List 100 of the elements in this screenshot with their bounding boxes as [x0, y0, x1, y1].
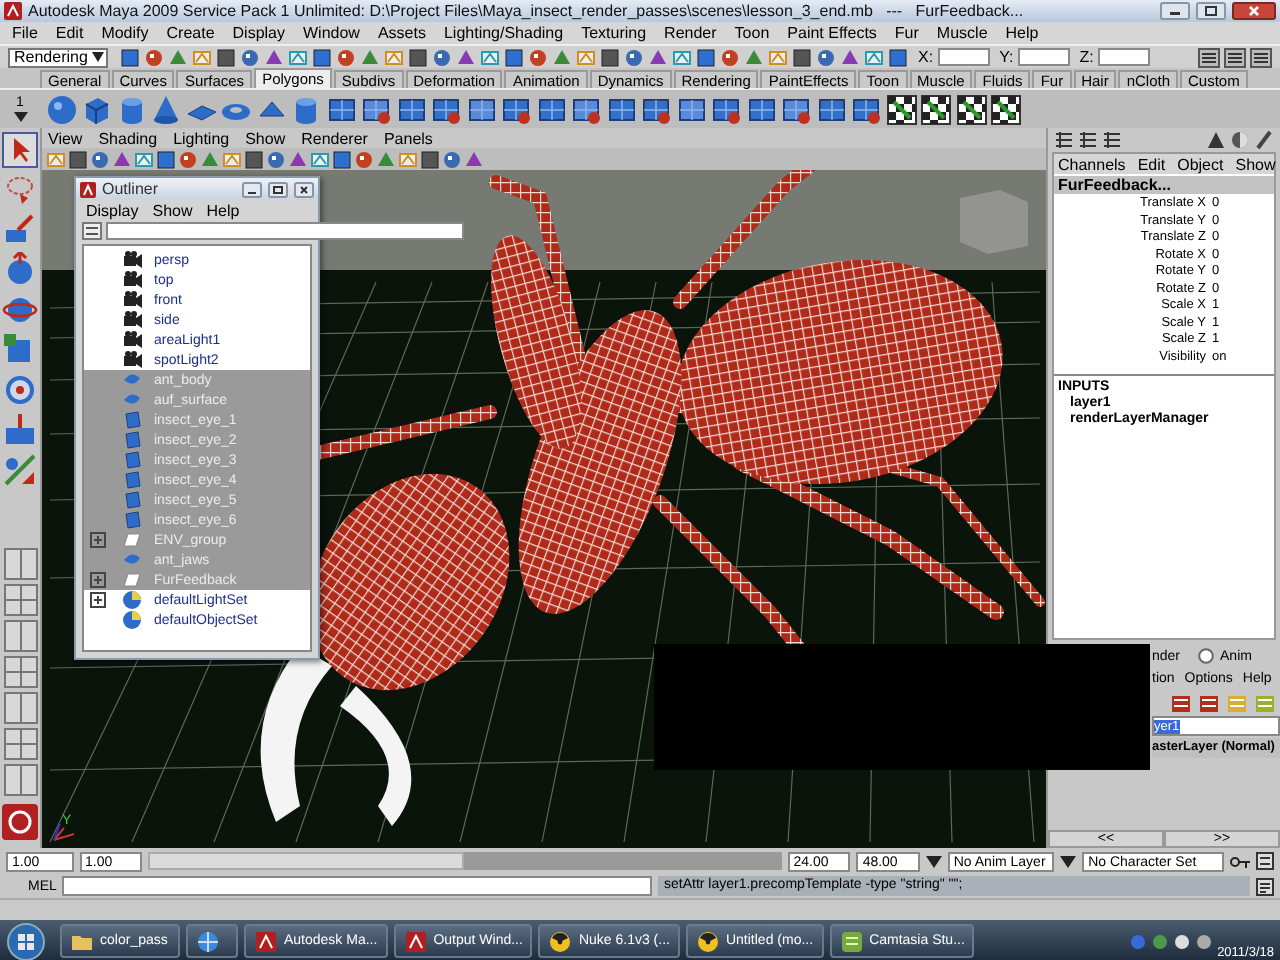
square-icon[interactable] [332, 149, 352, 169]
mesh-tool-icon[interactable] [640, 93, 672, 125]
square-icon[interactable] [792, 47, 812, 67]
outliner-menu-item[interactable]: Help [206, 201, 240, 219]
circle-icon[interactable] [266, 149, 286, 169]
close-icon[interactable] [294, 181, 314, 197]
minimize-icon[interactable] [242, 181, 262, 197]
panel-toggle-icon[interactable] [1198, 47, 1220, 67]
mesh-tool-icon[interactable] [325, 93, 357, 125]
cylinder-icon[interactable] [290, 93, 322, 125]
lasso-icon[interactable] [2, 172, 38, 208]
script-editor-icon[interactable] [1256, 877, 1274, 895]
triangle-icon[interactable] [360, 47, 380, 67]
mesh-tool-icon[interactable] [500, 93, 532, 125]
expand-icon[interactable] [90, 592, 106, 608]
close-icon[interactable] [1232, 2, 1276, 20]
minimize-icon[interactable] [1160, 2, 1190, 20]
triangle-icon[interactable] [840, 47, 860, 67]
move-icon[interactable] [2, 252, 38, 288]
panel-menu-item[interactable]: Shading [98, 129, 158, 147]
menu-item[interactable]: Assets [377, 24, 426, 42]
panel-menu-item[interactable]: Renderer [301, 129, 368, 147]
cone-icon[interactable] [150, 93, 182, 125]
frame-icon[interactable] [288, 47, 308, 67]
triangle-icon[interactable] [168, 47, 188, 67]
panel-toggle-icon[interactable] [1224, 47, 1246, 67]
panel-menu-item[interactable]: Panels [383, 129, 433, 147]
square-icon[interactable] [696, 47, 716, 67]
menu-item[interactable]: Window [303, 24, 360, 42]
mesh-tool-icon[interactable] [570, 93, 602, 125]
radio-button[interactable] [1198, 648, 1215, 664]
triangle-icon[interactable] [648, 47, 668, 67]
mesh-tool-icon[interactable] [465, 93, 497, 125]
coordinate-field[interactable] [1017, 48, 1070, 66]
caret-icon[interactable] [13, 112, 27, 122]
menu-item[interactable]: Modify [101, 24, 149, 42]
coordinate-field[interactable] [937, 48, 990, 66]
circle-icon[interactable] [144, 47, 164, 67]
circle-icon[interactable] [336, 47, 356, 67]
layout-icon[interactable] [3, 620, 37, 652]
triangle-icon[interactable] [744, 47, 764, 67]
menu-set-dropdown[interactable]: Rendering [8, 47, 108, 67]
menu-item[interactable]: Muscle [936, 24, 988, 42]
checker-icon[interactable] [990, 93, 1022, 125]
frame-icon[interactable] [864, 47, 884, 67]
menu-item[interactable]: Paint Effects [787, 24, 877, 42]
panel-layout-icon[interactable] [1102, 130, 1122, 150]
frame-icon[interactable] [480, 47, 500, 67]
layer-icon[interactable] [1170, 691, 1192, 713]
mesh-tool-icon[interactable] [850, 93, 882, 125]
square-icon[interactable] [504, 47, 524, 67]
square-icon[interactable] [120, 47, 140, 67]
layout-icon[interactable] [3, 692, 37, 724]
mesh-tool-icon[interactable] [605, 93, 637, 125]
layout-icon[interactable] [3, 656, 37, 688]
square-icon[interactable] [888, 47, 908, 67]
channel-box-menu-item[interactable]: Object [1177, 155, 1224, 173]
layout-icon[interactable] [3, 728, 37, 760]
square-icon[interactable] [312, 47, 332, 67]
mesh-tool-icon[interactable] [360, 93, 392, 125]
paint-brush-icon[interactable] [2, 212, 38, 248]
range-slider[interactable] [148, 852, 782, 870]
sphere-icon[interactable] [45, 93, 77, 125]
menu-item[interactable]: Render [664, 24, 717, 42]
menu-item[interactable]: File [12, 24, 38, 42]
cube-icon[interactable] [80, 93, 112, 125]
circle-icon[interactable] [442, 149, 462, 169]
manipulator-icon[interactable] [2, 372, 38, 408]
square-icon[interactable] [216, 47, 236, 67]
layout-icon[interactable] [3, 548, 37, 580]
brush-icon[interactable] [1254, 130, 1274, 150]
range-slider-bar[interactable] [148, 852, 465, 870]
menu-item[interactable]: Lighting/Shading [443, 24, 564, 42]
triangle-icon[interactable] [288, 149, 308, 169]
filter-field[interactable] [106, 222, 464, 240]
circle-icon[interactable] [432, 47, 452, 67]
layer-icon[interactable] [1198, 691, 1220, 713]
menu-item[interactable]: Help [1005, 24, 1039, 42]
mesh-tool-icon[interactable] [780, 93, 812, 125]
square-icon[interactable] [68, 149, 88, 169]
square-icon[interactable] [408, 47, 428, 67]
circle-icon[interactable] [624, 47, 644, 67]
panel-menu-item[interactable]: Show [245, 129, 286, 147]
soft-modify-icon[interactable] [2, 412, 38, 448]
filter-icon[interactable] [82, 222, 102, 240]
triangle-icon[interactable] [464, 149, 484, 169]
menu-item[interactable]: Edit [55, 24, 84, 42]
mesh-tool-icon[interactable] [395, 93, 427, 125]
circle-icon[interactable] [720, 47, 740, 67]
menu-item[interactable]: Display [232, 24, 285, 42]
rotate-icon[interactable] [2, 292, 38, 328]
triangle-icon[interactable] [456, 47, 476, 67]
panel-menu-item[interactable]: View [48, 129, 83, 147]
checker-icon[interactable] [885, 93, 917, 125]
mesh-tool-icon[interactable] [535, 93, 567, 125]
mesh-tool-icon[interactable] [430, 93, 462, 125]
panel-layout-icon[interactable] [1078, 130, 1098, 150]
layout-icon[interactable] [3, 584, 37, 616]
circle-icon[interactable] [816, 47, 836, 67]
circle-icon[interactable] [354, 149, 374, 169]
